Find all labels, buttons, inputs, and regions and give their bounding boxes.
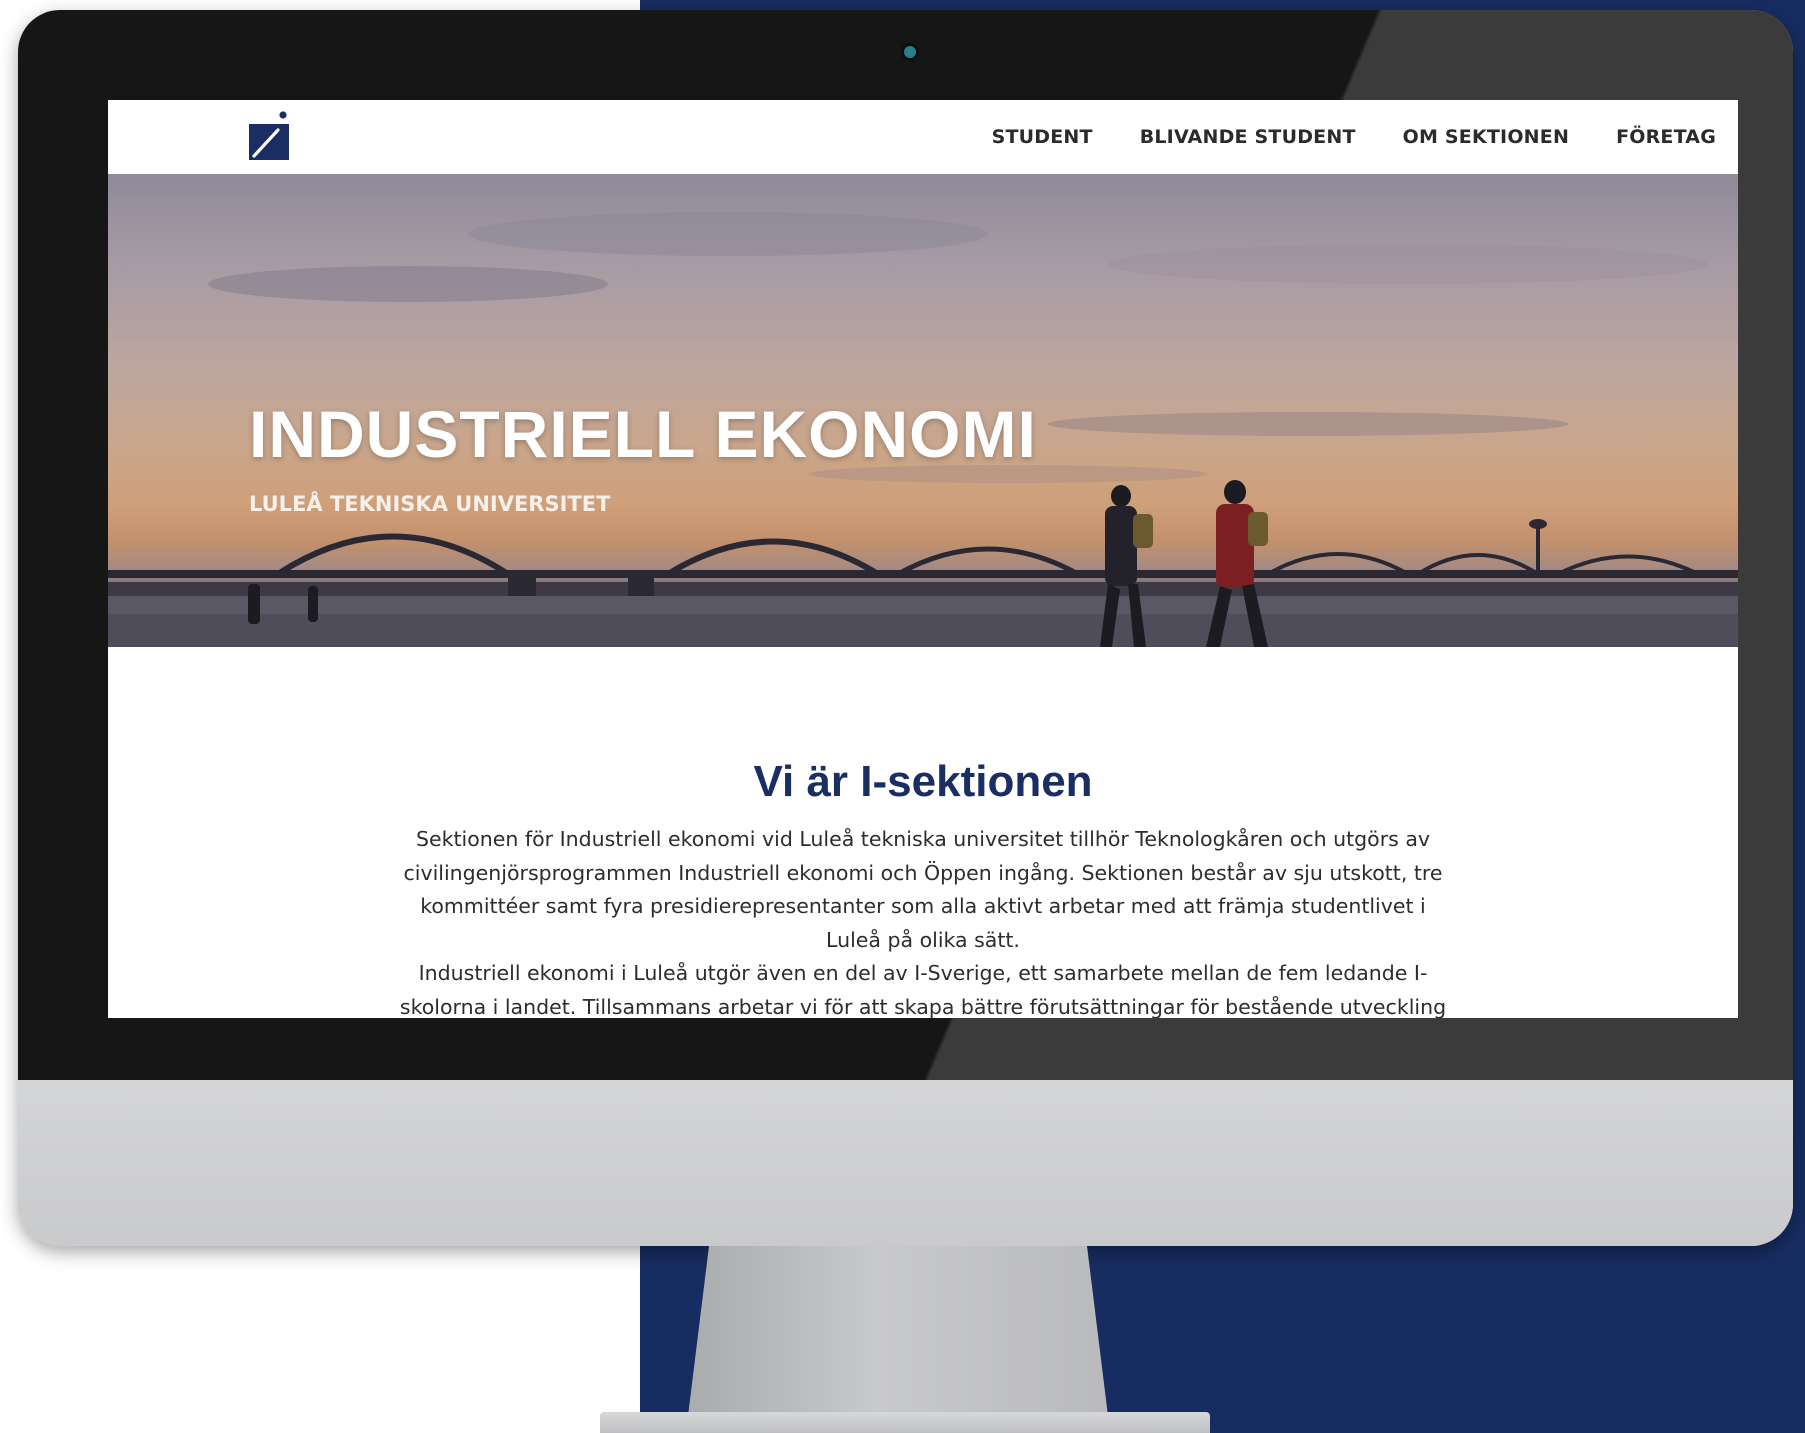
hero-subtitle: LULEÅ TEKNISKA UNIVERSITET: [249, 492, 611, 516]
nav-item-foretag[interactable]: FÖRETAG: [1616, 126, 1716, 148]
monitor: STUDENT BLIVANDE STUDENT OM SEKTIONEN FÖ…: [18, 10, 1793, 1246]
nav-item-student[interactable]: STUDENT: [992, 126, 1093, 148]
intro-paragraph: Sektionen för Industriell ekonomi vid Lu…: [403, 827, 1443, 952]
webcam-icon: [904, 46, 916, 58]
nav-item-blivande-student[interactable]: BLIVANDE STUDENT: [1140, 126, 1356, 148]
content-section: Vi är I-sektionen Sektionen för Industri…: [108, 647, 1738, 1018]
nav-item-om-sektionen[interactable]: OM SEKTIONEN: [1403, 126, 1569, 148]
i-sverige-paragraph: Industriell ekonomi i Luleå utgör även e…: [399, 961, 1447, 1018]
monitor-stand-foot: [600, 1412, 1210, 1433]
section-title: Vi är I-sektionen: [753, 757, 1093, 806]
main-nav: STUDENT BLIVANDE STUDENT OM SEKTIONEN FÖ…: [992, 100, 1716, 174]
website-screen: STUDENT BLIVANDE STUDENT OM SEKTIONEN FÖ…: [108, 100, 1738, 1018]
monitor-chin: [18, 1080, 1793, 1246]
hero-banner: INDUSTRIELL EKONOMI LULEÅ TEKNISKA UNIVE…: [108, 174, 1738, 647]
site-header: STUDENT BLIVANDE STUDENT OM SEKTIONEN FÖ…: [108, 100, 1738, 174]
hero-title: INDUSTRIELL EKONOMI: [249, 397, 1037, 471]
monitor-stand: [688, 1246, 1108, 1416]
i-logo-icon[interactable]: [249, 110, 289, 160]
